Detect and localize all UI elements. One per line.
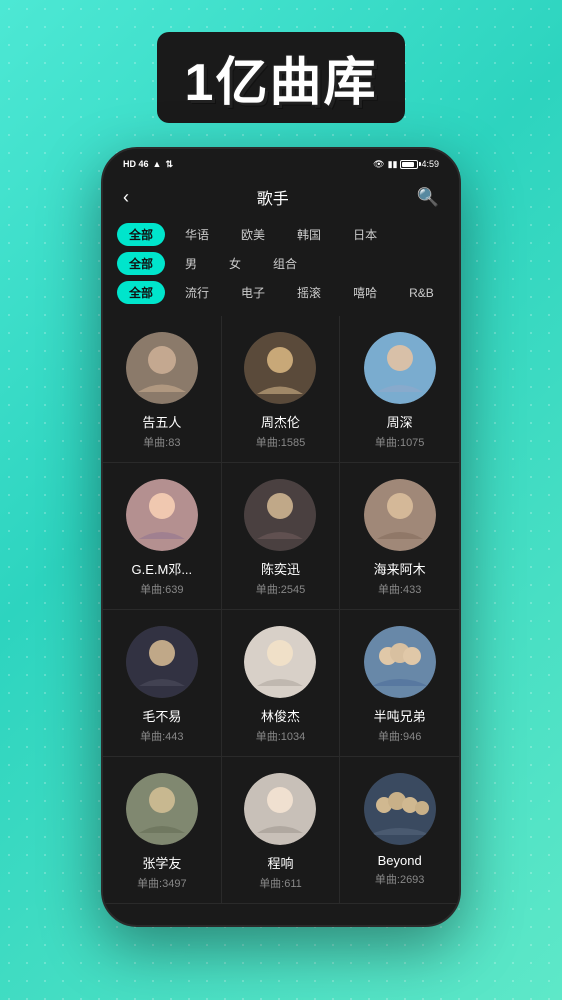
filter-chinese[interactable]: 华语 (173, 223, 221, 246)
filters-container: 全部 华语 欧美 韩国 日本 全部 男 女 组合 全部 流行 电子 摇滚 嘻哈 … (103, 217, 459, 316)
wifi-icon: ▲ (153, 159, 162, 169)
artist-count: 单曲:1075 (375, 434, 425, 450)
artist-name: 毛不易 (142, 706, 181, 725)
app-header: 1亿曲库 (157, 32, 406, 123)
filter-hiphop[interactable]: 嘻哈 (341, 281, 389, 304)
artist-count: 单曲:3497 (137, 875, 187, 891)
artist-cell[interactable]: Beyond 单曲:2693 (340, 757, 459, 904)
artist-avatar (364, 332, 436, 404)
filter-all-gender[interactable]: 全部 (117, 252, 165, 275)
artist-cell[interactable]: 程响单曲:611 (222, 757, 341, 904)
status-right: 👁 ▮▮ 4:59 (373, 159, 439, 170)
artist-name: 周深 (387, 412, 413, 431)
back-button[interactable]: ‹ (123, 187, 129, 208)
filter-group[interactable]: 组合 (261, 252, 309, 275)
artist-count: 单曲:1585 (256, 434, 306, 450)
artist-count: 单曲:433 (378, 581, 421, 597)
app-title: 1亿曲库 (157, 32, 406, 123)
artist-count: 单曲:1034 (256, 728, 306, 744)
artist-name: 程响 (267, 853, 293, 872)
artist-count: 单曲:443 (140, 728, 183, 744)
artist-cell[interactable]: G.E.M邓... 单曲:639 (103, 463, 222, 610)
artist-cell[interactable]: 毛不易单曲:443 (103, 610, 222, 757)
filter-japanese[interactable]: 日本 (341, 223, 389, 246)
artist-avatar (244, 332, 316, 404)
artist-avatar (364, 626, 436, 698)
artist-cell[interactable]: 周深单曲:1075 (340, 316, 459, 463)
artist-avatar (244, 479, 316, 551)
status-left: HD 46 ▲ ⇅ (123, 159, 173, 170)
artist-avatar (244, 773, 316, 845)
search-button[interactable]: 🔍 (417, 187, 439, 208)
filter-pop[interactable]: 流行 (173, 281, 221, 304)
artist-avatar (126, 626, 198, 698)
artist-count: 单曲:83 (143, 434, 180, 450)
filter-all-region[interactable]: 全部 (117, 223, 165, 246)
filter-row-genre: 全部 流行 电子 摇滚 嘻哈 R&B (117, 281, 445, 304)
artist-avatar (244, 626, 316, 698)
artist-name: 陈奕迅 (261, 559, 300, 578)
artist-name: 海来阿木 (374, 559, 426, 578)
artist-count: 单曲:2693 (375, 871, 425, 887)
artist-avatar (364, 773, 436, 845)
artists-grid: 告五人单曲:83周杰伦单曲:1585周深单曲:1075G.E.M邓...单曲:6… (103, 316, 459, 904)
artist-cell[interactable]: 张学友单曲:3497 (103, 757, 222, 904)
filter-rock[interactable]: 摇滚 (285, 281, 333, 304)
time-display: 4:59 (421, 159, 439, 169)
battery-fill (402, 162, 413, 167)
artist-cell[interactable]: 林俊杰单曲:1034 (222, 610, 341, 757)
filter-row-region: 全部 华语 欧美 韩国 日本 (117, 223, 445, 246)
artist-name: Beyond (378, 853, 422, 868)
filter-electronic[interactable]: 电子 (229, 281, 277, 304)
artist-name: 周杰伦 (261, 412, 300, 431)
artist-count: 单曲:2545 (256, 581, 306, 597)
nav-title: 歌手 (257, 185, 289, 209)
battery-icon (400, 160, 418, 169)
artist-name: G.E.M邓... (131, 559, 192, 578)
artist-cell[interactable]: 陈奕迅单曲:2545 (222, 463, 341, 610)
artist-name: 半吨兄弟 (374, 706, 426, 725)
volume-icon: ▮▮ (388, 159, 398, 170)
artist-cell[interactable]: 海来阿木单曲:433 (340, 463, 459, 610)
filter-row-gender: 全部 男 女 组合 (117, 252, 445, 275)
artist-cell[interactable]: 告五人单曲:83 (103, 316, 222, 463)
artist-avatar (364, 479, 436, 551)
artist-count: 单曲:639 (140, 581, 183, 597)
artist-cell[interactable]: 半吨兄弟单曲:946 (340, 610, 459, 757)
artist-avatar (126, 332, 198, 404)
artist-avatar (126, 479, 198, 551)
filter-korean[interactable]: 韩国 (285, 223, 333, 246)
signal-text: HD 46 (123, 159, 149, 169)
artist-name: 林俊杰 (261, 706, 300, 725)
content-area: 全部 华语 欧美 韩国 日本 全部 男 女 组合 全部 流行 电子 摇滚 嘻哈 … (103, 217, 459, 904)
filter-all-genre[interactable]: 全部 (117, 281, 165, 304)
artist-name: 告五人 (142, 412, 181, 431)
nav-bar: ‹ 歌手 🔍 (103, 177, 459, 217)
artist-count: 单曲:611 (259, 875, 302, 891)
status-bar: HD 46 ▲ ⇅ 👁 ▮▮ 4:59 (103, 149, 459, 177)
filter-rnb[interactable]: R&B (397, 283, 446, 303)
filter-female[interactable]: 女 (217, 252, 253, 275)
filter-male[interactable]: 男 (173, 252, 209, 275)
network-icon: ⇅ (165, 159, 173, 170)
filter-western[interactable]: 欧美 (229, 223, 277, 246)
artist-name: 张学友 (142, 853, 181, 872)
artist-avatar (126, 773, 198, 845)
artist-cell[interactable]: 周杰伦单曲:1585 (222, 316, 341, 463)
artist-count: 单曲:946 (378, 728, 421, 744)
eye-icon: 👁 (373, 159, 384, 170)
phone-frame: HD 46 ▲ ⇅ 👁 ▮▮ 4:59 ‹ 歌手 🔍 全部 华语 欧美 韩国 日… (101, 147, 461, 927)
